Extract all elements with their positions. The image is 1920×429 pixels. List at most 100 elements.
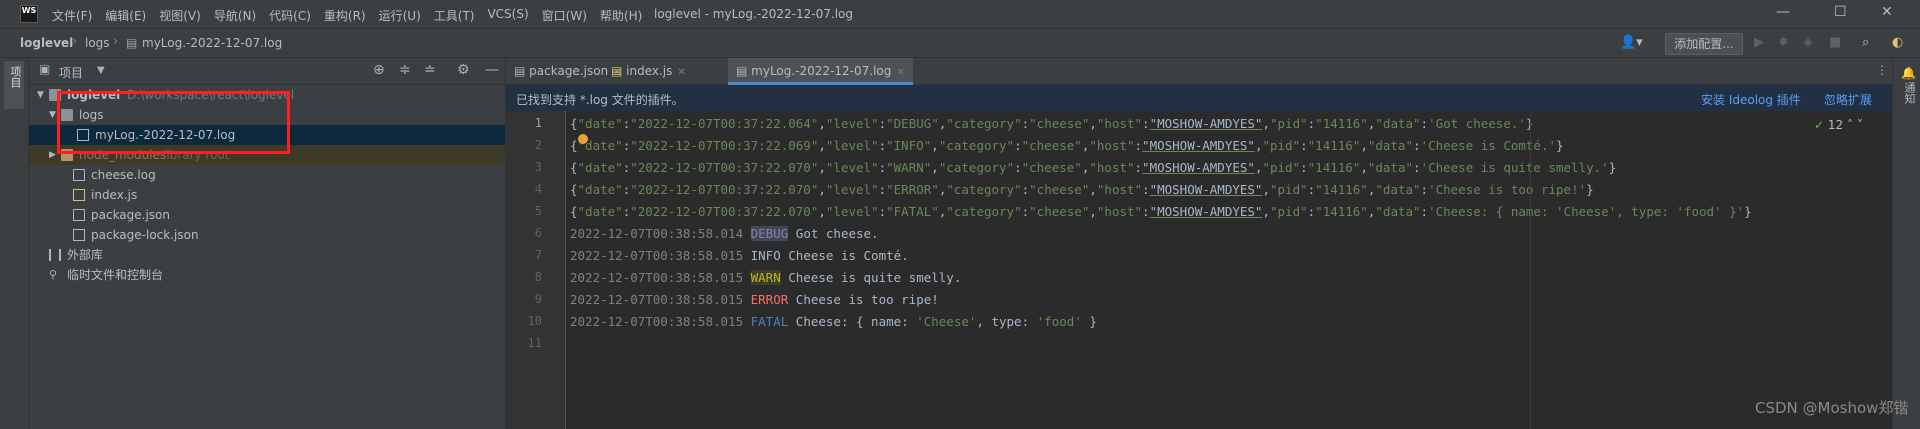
chevron-down-icon[interactable]: ▼	[97, 65, 105, 76]
notifications-label[interactable]: 通知	[1901, 82, 1917, 104]
tree-item-label: index.js	[91, 188, 138, 202]
project-panel-title[interactable]: 项目	[59, 64, 83, 81]
collapse-all-icon[interactable]: ≐	[424, 62, 436, 78]
tree-item-label: package.json	[91, 208, 171, 222]
debug-icon[interactable]: ✹	[1778, 33, 1789, 53]
chevron-down-icon[interactable]: ▼	[37, 85, 44, 105]
code-line: 2022-12-07T00:38:58.014 DEBUG Got cheese…	[570, 226, 879, 241]
line-number: 3	[534, 160, 542, 174]
menu-item[interactable]: 视图(V)	[159, 7, 201, 24]
code-editor[interactable]: ✓ 12 ˄ ˅ {"date":"2022-12-07T00:37:22.06…	[566, 111, 1892, 429]
tree-item-label: cheese.log	[91, 168, 156, 182]
menu-item[interactable]: 文件(F)	[52, 7, 92, 24]
menu-item[interactable]: 重构(R)	[324, 7, 366, 24]
menu-item[interactable]: 导航(N)	[214, 7, 256, 24]
minimize-icon[interactable]: —	[1776, 4, 1790, 20]
add-configuration-button[interactable]: 添加配置...	[1665, 33, 1743, 55]
webstorm-logo-icon: WS	[20, 5, 38, 23]
log-file-icon: ▤	[736, 64, 752, 78]
library-icon	[49, 249, 61, 261]
navigation-bar: loglevel › logs › ▤ myLog.-2022-12-07.lo…	[0, 29, 1920, 58]
maximize-icon[interactable]: ☐	[1834, 4, 1847, 20]
code-line: 2022-12-07T00:38:58.015 ERROR Cheese is …	[570, 292, 939, 307]
tab-label: package.json	[529, 64, 609, 78]
tab-mylog[interactable]: ▤ myLog.-2022-12-07.log ✕	[728, 58, 913, 85]
code-line: 2022-12-07T00:38:58.015 FATAL Cheese: { …	[570, 314, 1097, 329]
breadcrumb-file[interactable]: myLog.-2022-12-07.log	[142, 36, 282, 50]
menu-item[interactable]: 运行(U)	[379, 7, 421, 24]
title-bar: WS 文件(F) 编辑(E) 视图(V) 导航(N) 代码(C) 重构(R) 运行(U) 工具…	[0, 0, 1920, 29]
tree-item-cheese-log[interactable]: cheese.log	[29, 165, 505, 185]
coverage-icon[interactable]: ◈	[1803, 33, 1813, 53]
chevron-right-icon[interactable]: ▶	[49, 145, 56, 165]
menu-item[interactable]: 代码(C)	[269, 7, 311, 24]
left-tool-strip: 项目	[0, 58, 29, 429]
close-icon[interactable]: ✕	[677, 67, 685, 78]
js-file-icon	[73, 189, 85, 201]
chevron-down-icon[interactable]: ˅	[1857, 118, 1863, 132]
tree-item-label: 临时文件和控制台	[67, 268, 164, 282]
ide-update-icon[interactable]: ◐	[1892, 33, 1903, 53]
close-icon[interactable]: ✕	[896, 67, 904, 78]
hide-panel-icon[interactable]: —	[485, 62, 499, 78]
tree-item-scratches[interactable]: ⚲ 临时文件和控制台	[29, 265, 505, 285]
chevron-up-icon[interactable]: ˄	[1847, 118, 1853, 132]
project-tool-label: 项目	[9, 66, 22, 88]
window-title: loglevel - myLog.-2022-12-07.log	[654, 7, 854, 21]
menu-item[interactable]: 编辑(E)	[105, 7, 146, 24]
inspection-count: 12	[1827, 118, 1844, 132]
locate-icon[interactable]: ⊕	[373, 62, 385, 78]
breadcrumb-project[interactable]: loglevel	[20, 36, 73, 50]
log-file-icon	[73, 169, 85, 181]
project-tool-tab[interactable]: 项目	[4, 61, 24, 109]
stop-icon[interactable]: ■	[1829, 33, 1841, 53]
js-file-icon: ▤	[611, 64, 627, 78]
tree-item-package-lock[interactable]: package-lock.json	[29, 225, 505, 245]
notifications-icon[interactable]: 🔔	[1901, 66, 1916, 80]
code-line: {"date":"2022-12-07T00:37:22.064","level…	[570, 116, 1533, 131]
menu-item[interactable]: VCS(S)	[487, 7, 528, 24]
tree-item-external-libraries[interactable]: 外部库	[29, 245, 505, 265]
json-file-icon: ▤	[514, 64, 530, 78]
menu-item[interactable]: 窗口(W)	[542, 7, 587, 24]
line-number: 1	[534, 116, 542, 130]
chevron-down-icon[interactable]: ▼	[49, 105, 56, 125]
tree-item-index-js[interactable]: index.js	[29, 185, 505, 205]
menu-item[interactable]: 工具(T)	[434, 7, 475, 24]
ignore-extension-link[interactable]: 忽略扩展	[1824, 91, 1872, 108]
line-number-gutter: 1 2 3 4 5 6 7 8 9 10 11	[506, 111, 566, 429]
menu-item[interactable]: 帮助(H)	[600, 7, 642, 24]
tab-package-json[interactable]: ▤ package.json ✕	[514, 58, 622, 84]
code-line: {"date":"2022-12-07T00:37:22.070","level…	[570, 204, 1752, 219]
search-icon[interactable]: ⌕	[1862, 33, 1869, 53]
tab-index-js[interactable]: ▤ index.js ✕	[611, 58, 686, 84]
line-number: 5	[534, 204, 542, 218]
breadcrumb-separator-icon: ›	[72, 34, 78, 49]
scratches-icon: ⚲	[49, 268, 58, 281]
gear-icon[interactable]: ⚙	[457, 62, 470, 78]
expand-all-icon[interactable]: ≑	[399, 62, 411, 78]
line-number: 8	[534, 270, 542, 284]
line-number: 10	[527, 314, 542, 328]
close-icon[interactable]: ✕	[1881, 4, 1893, 20]
code-line: 2022-12-07T00:38:58.015 WARN Cheese is q…	[570, 270, 962, 285]
install-ideolog-link[interactable]: 安装 Ideolog 插件	[1701, 91, 1801, 108]
check-icon: ✓	[1814, 118, 1825, 132]
line-number: 6	[534, 226, 542, 240]
tree-item-package-json[interactable]: package.json	[29, 205, 505, 225]
more-options-icon[interactable]: ⋮	[1876, 63, 1888, 77]
breadcrumb-logs[interactable]: logs	[85, 36, 110, 50]
run-icon[interactable]: ▶	[1754, 33, 1764, 53]
code-line: {"date":"2022-12-07T00:37:22.070","level…	[570, 182, 1594, 197]
project-view-icon: ▣	[39, 62, 51, 76]
user-icon[interactable]: 👤▾	[1620, 33, 1643, 53]
lightbulb-icon[interactable]	[578, 134, 588, 144]
right-tool-strip: 🔔 通知	[1892, 58, 1920, 429]
right-margin-guide	[1530, 111, 1531, 429]
line-number: 11	[527, 336, 542, 350]
inspection-widget[interactable]: ✓ 12 ˄ ˅	[1814, 118, 1863, 132]
tab-label: index.js	[626, 64, 673, 78]
code-line: {"date":"2022-12-07T00:37:22.070","level…	[570, 160, 1617, 175]
tab-label: myLog.-2022-12-07.log	[751, 64, 892, 78]
banner-message: 已找到支持 *.log 文件的插件。	[516, 93, 684, 107]
